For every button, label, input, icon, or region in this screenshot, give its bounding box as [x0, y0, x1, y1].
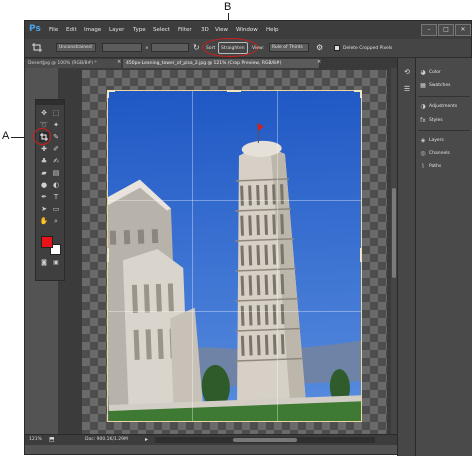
eraser-tool-icon[interactable]: ▰ [39, 168, 49, 178]
menu-filter[interactable]: Filter [178, 27, 192, 33]
times-symbol: × [145, 46, 149, 51]
tab-pisa[interactable]: 450px-Leaning_tower_of_pisa_2.jpg @ 121%… [123, 59, 319, 68]
eyedropper-tool-icon[interactable]: ✎ [51, 132, 61, 142]
crop-handle-right[interactable] [360, 248, 362, 262]
export-icon[interactable]: ⬒ [49, 436, 56, 443]
menu-window[interactable]: Window [236, 27, 258, 33]
clone-stamp-tool-icon[interactable]: ♣ [39, 156, 49, 166]
properties-panel-icon[interactable]: ☰ [402, 84, 412, 94]
callout-label-b: B [224, 1, 232, 13]
document-tab-bar: DesertJpg @ 100% (RGB/8#) * × 450px-Lean… [25, 58, 397, 68]
blur-tool-icon[interactable]: ● [39, 180, 49, 190]
crop-tool-preset-icon[interactable] [31, 42, 45, 53]
crop-handle-left[interactable] [107, 248, 109, 262]
paths-icon: ⌇ [421, 163, 425, 170]
tab-desert[interactable]: DesertJpg @ 100% (RGB/8#) * [25, 59, 121, 68]
dodge-tool-icon[interactable]: ◐ [51, 180, 61, 190]
panel-swatches-label: Swatches [429, 83, 451, 88]
path-selection-tool-icon[interactable]: ➤ [39, 204, 49, 214]
crop-width-field[interactable] [102, 43, 142, 52]
layers-icon: ◈ [420, 137, 426, 144]
delete-cropped-label: Delete Cropped Pixels [343, 46, 393, 51]
healing-brush-tool-icon[interactable]: ✚ [39, 144, 49, 154]
options-bar: Unconstrained × ↻ Sort Straighten View: … [25, 38, 471, 58]
menu-bar: Ps File Edit Image Layer Type Select Fil… [25, 21, 471, 39]
crop-height-field[interactable] [151, 43, 189, 52]
tab-desert-label: DesertJpg @ 100% (RGB/8#) * [28, 61, 97, 66]
crop-preview-image[interactable] [107, 90, 362, 422]
tools-panel-header[interactable] [36, 100, 64, 105]
menu-layer[interactable]: Layer [109, 27, 124, 33]
magic-wand-tool-icon[interactable]: ✦ [51, 120, 61, 130]
status-bar: 121% ⬒ Doc: 900.1K/1.29M ▸ [25, 434, 397, 445]
panel-color-label: Color [429, 70, 441, 75]
menu-select[interactable]: Select [153, 27, 170, 33]
tab-desert-close-icon[interactable]: × [117, 59, 121, 65]
callout-label-a: A [2, 130, 10, 142]
tab-pisa-close-icon[interactable]: × [317, 59, 321, 65]
type-tool-icon[interactable]: T [51, 192, 61, 202]
panel-divider [418, 96, 470, 97]
swatches-icon: ▦ [420, 82, 426, 89]
straighten-highlight-circle [202, 38, 258, 57]
crop-ratio-select[interactable]: Unconstrained [56, 43, 96, 52]
color-icon: ◕ [420, 69, 426, 76]
history-brush-tool-icon[interactable]: ✍ [51, 156, 61, 166]
adjustments-icon: ◑ [420, 103, 426, 110]
maximize-button[interactable]: □ [438, 24, 454, 36]
panel-styles-label: Styles [429, 118, 443, 123]
view-label: View: [252, 46, 264, 51]
menu-file[interactable]: File [49, 27, 58, 33]
channels-icon: ◎ [420, 150, 426, 157]
status-menu-arrow-icon[interactable]: ▸ [145, 436, 148, 443]
pen-tool-icon[interactable]: ✒ [39, 192, 49, 202]
menu-type[interactable]: Type [133, 27, 146, 33]
crop-border[interactable] [107, 90, 362, 422]
tools-panel: ✥ ⬚ ➰ ✦ ✎ ✚ ✐ ♣ ✍ ▰ ▤ ● ◐ ✒ T ➤ ▭ ✋ ⌕ ◙ … [35, 99, 65, 281]
history-panel-icon[interactable]: ⟲ [402, 67, 412, 77]
zoom-level[interactable]: 121% [29, 437, 42, 442]
zoom-tool-icon[interactable]: ⌕ [51, 216, 61, 226]
panel-channels-label: Channels [429, 151, 450, 156]
horizontal-scrollbar[interactable] [155, 437, 375, 443]
crop-handle-top[interactable] [227, 90, 241, 92]
screen-mode-icon[interactable]: ▣ [51, 258, 61, 268]
panel-paths-label: Paths [429, 164, 442, 169]
swap-icon[interactable]: ↻ [193, 43, 202, 52]
menu-help[interactable]: Help [266, 27, 279, 33]
menu-3d[interactable]: 3D [201, 27, 209, 33]
styles-icon: fx [420, 117, 426, 124]
panel-divider [418, 130, 470, 131]
foreground-color-swatch[interactable] [41, 236, 53, 248]
shape-tool-icon[interactable]: ▭ [51, 204, 61, 214]
document-canvas-area[interactable] [58, 68, 391, 435]
panel-dock: ◕ Color ▦ Swatches ◑ Adjustments fx Styl… [415, 58, 472, 456]
gear-icon[interactable]: ⚙ [316, 43, 325, 52]
gradient-tool-icon[interactable]: ▤ [51, 168, 61, 178]
crop-handle-top-left[interactable] [107, 90, 115, 98]
menu-view[interactable]: View [215, 27, 228, 33]
document-size: Doc: 900.1K/1.29M [85, 437, 128, 442]
scrollbar-thumb[interactable] [392, 188, 396, 278]
overlay-view-select[interactable]: Rule of Thirds [269, 43, 309, 52]
panel-layers-label: Layers [429, 138, 444, 143]
move-tool-icon[interactable]: ✥ [39, 108, 49, 118]
photoshop-logo: Ps [29, 24, 41, 34]
crop-tool-highlight-circle [33, 128, 51, 145]
hand-tool-icon[interactable]: ✋ [39, 216, 49, 226]
marquee-tool-icon[interactable]: ⬚ [51, 108, 61, 118]
collapsed-panel-strip: ⟲ ☰ [397, 58, 416, 456]
close-window-button[interactable]: ✕ [455, 24, 471, 36]
horizontal-scrollbar-thumb[interactable] [233, 438, 297, 442]
crop-handle-top-right[interactable] [354, 90, 362, 98]
brush-tool-icon[interactable]: ✐ [51, 144, 61, 154]
panel-adjustments-label: Adjustments [429, 104, 458, 109]
menu-image[interactable]: Image [84, 27, 101, 33]
minimize-button[interactable]: – [421, 24, 437, 36]
menu-edit[interactable]: Edit [66, 27, 77, 33]
quick-mask-icon[interactable]: ◙ [39, 258, 49, 268]
photoshop-window: Ps File Edit Image Layer Type Select Fil… [24, 20, 472, 456]
tab-pisa-label: 450px-Leaning_tower_of_pisa_2.jpg @ 121%… [126, 61, 282, 66]
delete-cropped-checkbox[interactable] [334, 45, 340, 51]
